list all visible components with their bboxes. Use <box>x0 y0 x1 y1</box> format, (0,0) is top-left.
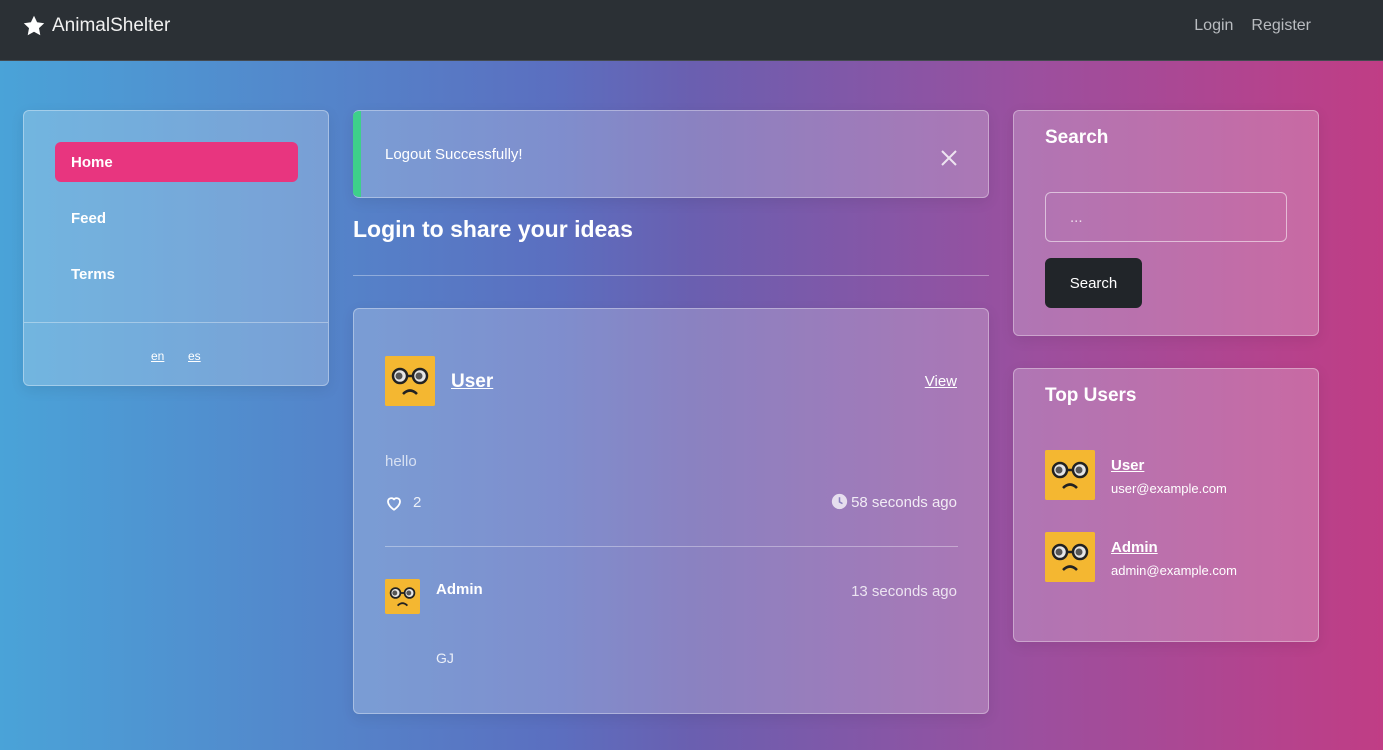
sidebar-divider <box>24 322 328 323</box>
close-icon[interactable] <box>940 149 958 167</box>
post-timestamp: 58 seconds ago <box>851 494 957 511</box>
top-user-email: user@example.com <box>1111 481 1227 496</box>
search-title: Search <box>1045 127 1109 148</box>
avatar <box>385 579 420 614</box>
brand[interactable]: AnimalShelter <box>22 14 170 38</box>
register-link[interactable]: Register <box>1251 17 1311 35</box>
nerd-face-icon <box>385 579 420 614</box>
search-input[interactable] <box>1045 192 1287 242</box>
nerd-face-icon <box>1045 450 1095 500</box>
language-es-link[interactable]: es <box>188 349 201 363</box>
top-user-name-link[interactable]: User <box>1111 457 1144 474</box>
post-author-link[interactable]: User <box>451 371 493 393</box>
top-users-card: Top Users User user@example.com Admin ad… <box>1013 368 1319 642</box>
main-divider <box>353 275 989 276</box>
avatar <box>1045 532 1095 582</box>
clock-icon <box>831 493 848 510</box>
sidebar-item-feed[interactable]: Feed <box>55 198 298 238</box>
search-button[interactable]: Search <box>1045 258 1142 308</box>
comment-text: GJ <box>436 650 454 666</box>
logout-alert: Logout Successfully! <box>353 110 989 198</box>
post-body: hello <box>385 453 417 470</box>
top-users-title: Top Users <box>1045 385 1137 406</box>
top-user-name-link[interactable]: Admin <box>1111 539 1158 556</box>
avatar <box>1045 450 1095 500</box>
alert-accent-bar <box>353 111 361 197</box>
sidebar: Home Feed Terms en es <box>23 110 329 386</box>
post-divider <box>385 546 958 547</box>
nerd-face-icon <box>1045 532 1095 582</box>
language-en-link[interactable]: en <box>151 349 164 363</box>
avatar <box>385 356 435 406</box>
brand-name: AnimalShelter <box>52 15 171 36</box>
sidebar-item-home[interactable]: Home <box>55 142 298 182</box>
alert-message: Logout Successfully! <box>385 146 523 163</box>
sidebar-item-terms[interactable]: Terms <box>55 254 298 294</box>
nerd-face-icon <box>385 356 435 406</box>
top-navbar: AnimalShelter Login Register <box>0 0 1383 61</box>
comment-author: Admin <box>436 581 483 598</box>
login-link[interactable]: Login <box>1194 17 1233 35</box>
like-count: 2 <box>413 494 422 511</box>
search-card: Search Search <box>1013 110 1319 336</box>
star-icon <box>23 15 45 36</box>
heart-icon[interactable] <box>385 494 403 512</box>
comment-timestamp: 13 seconds ago <box>851 583 957 600</box>
top-user-email: admin@example.com <box>1111 563 1237 578</box>
share-ideas-heading: Login to share your ideas <box>353 216 633 242</box>
view-post-link[interactable]: View <box>925 373 957 390</box>
post-card: User View hello 2 58 seconds ago Admin 1… <box>353 308 989 714</box>
